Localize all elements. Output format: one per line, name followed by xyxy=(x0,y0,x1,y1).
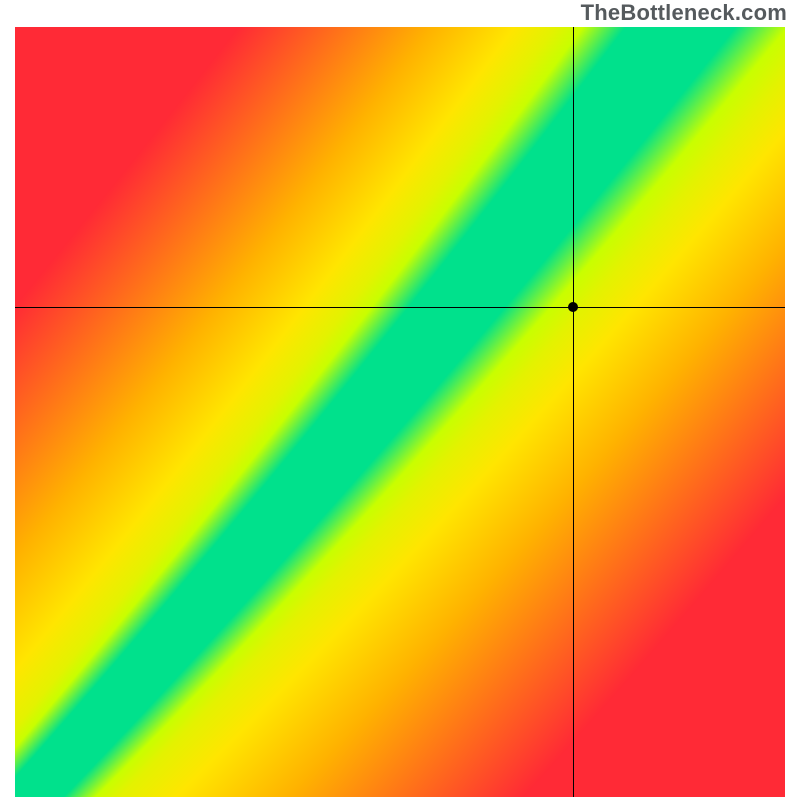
crosshair-vertical xyxy=(573,27,574,797)
watermark-text: TheBottleneck.com xyxy=(581,0,787,26)
crosshair-marker xyxy=(568,302,578,312)
crosshair-horizontal xyxy=(15,307,785,308)
bottleneck-heatmap: TheBottleneck.com xyxy=(0,0,800,800)
heatmap-canvas xyxy=(15,27,785,797)
